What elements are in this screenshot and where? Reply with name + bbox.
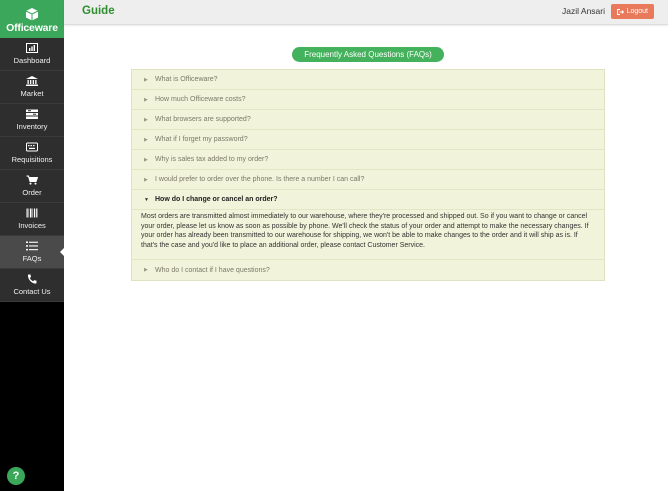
bank-icon: [26, 76, 38, 86]
caret-right-icon: ▶: [144, 76, 148, 83]
sidebar-item-label: Market: [20, 89, 44, 98]
phone-icon: [27, 274, 37, 284]
bar-chart-icon: [26, 43, 38, 53]
sidebar-item-order[interactable]: Order: [0, 170, 64, 203]
faq-heading: Frequently Asked Questions (FAQs): [292, 47, 444, 62]
brand-logo[interactable]: Officeware: [0, 0, 64, 38]
logout-button[interactable]: Logout: [610, 4, 654, 19]
faq-question-text: Why is sales tax added to my order?: [155, 156, 269, 163]
faq-question[interactable]: ▶ Who do I contact if I have questions?: [132, 260, 604, 280]
top-header: Guide Jazil Ansari Logout: [64, 0, 668, 25]
user-name: Jazil Ansari: [562, 6, 605, 16]
caret-right-icon: ▶: [144, 267, 148, 273]
sidebar-item-label: Inventory: [16, 122, 48, 131]
sign-out-icon: [616, 8, 624, 15]
sidebar-item-label: FAQs: [22, 254, 42, 263]
sidebar-item-invoices[interactable]: Invoices: [0, 203, 64, 236]
faq-question-text: What is Officeware?: [155, 76, 218, 83]
barcode-icon: [26, 208, 38, 218]
caret-right-icon: ▶: [144, 136, 148, 143]
faq-question[interactable]: ▶ I would prefer to order over the phone.…: [132, 170, 604, 190]
help-icon[interactable]: ?: [7, 467, 25, 485]
sidebar-item-dashboard[interactable]: Dashboard: [0, 38, 64, 71]
sidebar-item-label: Requisitions: [11, 155, 53, 164]
faq-question-text: How do I change or cancel an order?: [155, 196, 278, 203]
inventory-icon: [26, 109, 38, 119]
faq-question-text: I would prefer to order over the phone. …: [155, 176, 365, 183]
faq-question-text: What browsers are supported?: [155, 116, 251, 123]
page-title: Guide: [82, 5, 115, 17]
faq-question[interactable]: ▶ What is Officeware?: [132, 70, 604, 90]
sidebar-item-requisitions[interactable]: Requisitions: [0, 137, 64, 170]
sidebar-item-contact-us[interactable]: Contact Us: [0, 269, 64, 302]
sidebar-item-label: Contact Us: [13, 287, 51, 296]
list-icon: [26, 241, 38, 251]
faq-question-text: Who do I contact if I have questions?: [155, 266, 270, 274]
faq-question-text: How much Officeware costs?: [155, 96, 246, 103]
caret-right-icon: ▶: [144, 156, 148, 163]
sidebar-item-label: Dashboard: [13, 56, 51, 65]
faq-question[interactable]: ▶ What browsers are supported?: [132, 110, 604, 130]
caret-right-icon: ▶: [144, 116, 148, 123]
brand-name: Officeware: [6, 21, 58, 34]
box-icon: [25, 7, 39, 20]
sidebar-item-label: Order: [22, 188, 42, 197]
faq-question-open[interactable]: ▼ How do I change or cancel an order?: [132, 190, 604, 210]
sidebar-item-market[interactable]: Market: [0, 71, 64, 104]
faq-question-text: What if I forget my password?: [155, 136, 248, 143]
logout-label: Logout: [626, 8, 648, 15]
sidebar: Officeware Dashboard Market Inventory Re…: [0, 0, 64, 491]
caret-down-icon: ▼: [144, 196, 149, 203]
faq-accordion: ▶ What is Officeware? ▶ How much Officewar…: [131, 69, 605, 281]
caret-right-icon: ▶: [144, 176, 148, 183]
faq-question[interactable]: ▶ How much Officeware costs?: [132, 90, 604, 110]
faq-question[interactable]: ▶ What if I forget my password?: [132, 130, 604, 150]
sidebar-item-faqs[interactable]: FAQs: [0, 236, 64, 269]
keyboard-icon: [26, 142, 38, 152]
cart-icon: [26, 175, 38, 185]
sidebar-item-label: Invoices: [18, 221, 46, 230]
faq-question[interactable]: ▶ Why is sales tax added to my order?: [132, 150, 604, 170]
caret-right-icon: ▶: [144, 96, 148, 103]
sidebar-item-inventory[interactable]: Inventory: [0, 104, 64, 137]
faq-answer: Most orders are transmitted almost immed…: [132, 210, 604, 260]
